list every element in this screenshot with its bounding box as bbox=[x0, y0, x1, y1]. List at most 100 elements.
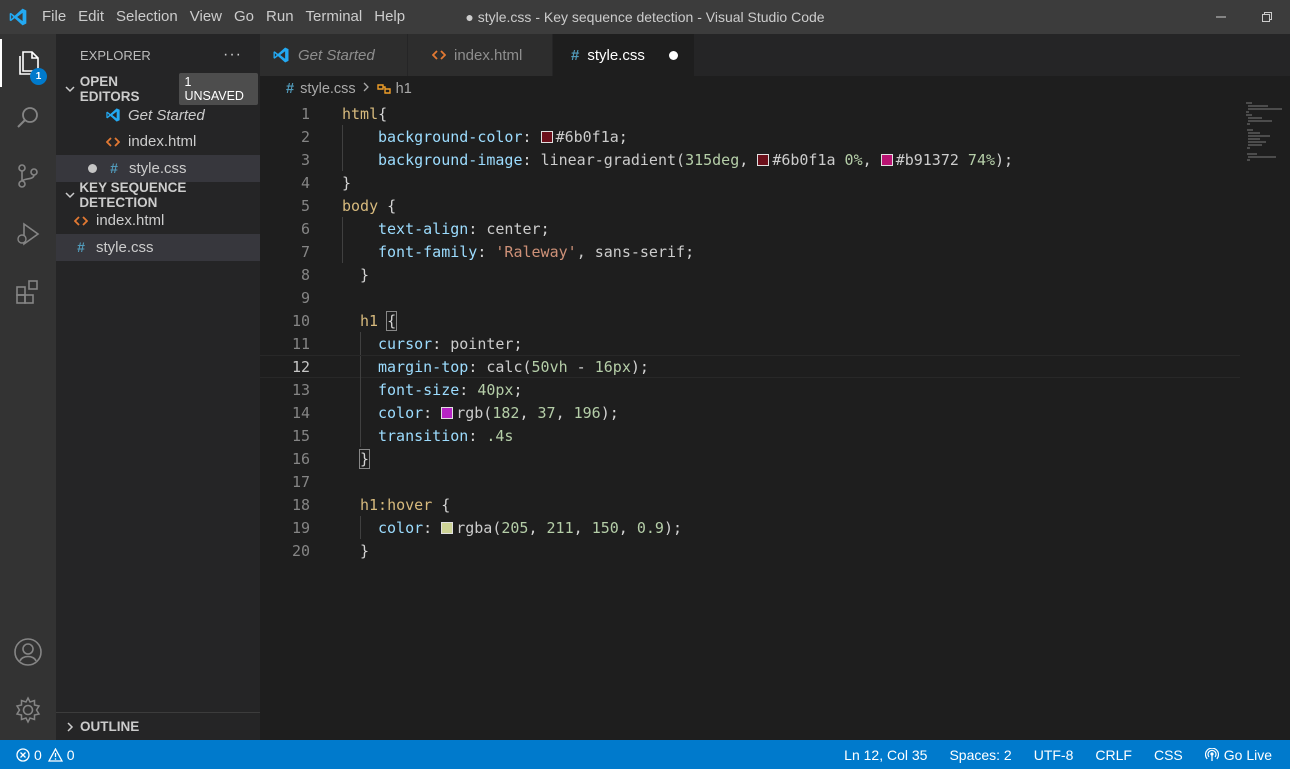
encoding-setting[interactable]: UTF-8 bbox=[1034, 747, 1074, 763]
color-swatch[interactable] bbox=[441, 406, 454, 419]
code-line: 20 } bbox=[260, 539, 1240, 562]
css-selector: body bbox=[342, 196, 379, 215]
extensions-icon[interactable] bbox=[0, 268, 56, 316]
search-icon[interactable] bbox=[0, 94, 56, 142]
symbol-class-icon bbox=[376, 82, 392, 96]
menu-run[interactable]: Run bbox=[260, 0, 300, 34]
punctuation: } bbox=[342, 173, 352, 192]
css-number: 196 bbox=[573, 403, 601, 422]
folder-header[interactable]: KEY SEQUENCE DETECTION bbox=[56, 180, 260, 210]
html-icon bbox=[72, 215, 90, 227]
punctuation: ; bbox=[513, 380, 523, 399]
line-number: 18 bbox=[291, 495, 310, 514]
color-swatch[interactable] bbox=[880, 153, 893, 166]
code-line: 17 bbox=[260, 470, 1240, 493]
open-editor-item[interactable]: Get Started bbox=[56, 102, 260, 129]
account-icon[interactable] bbox=[0, 628, 56, 676]
indent-guide bbox=[342, 240, 343, 263]
file-item[interactable]: # style.css bbox=[56, 234, 260, 261]
line-number: 8 bbox=[300, 265, 310, 284]
line-number: 13 bbox=[291, 380, 310, 399]
punctuation: , bbox=[519, 403, 538, 422]
line-number: 16 bbox=[291, 449, 310, 468]
explorer-icon[interactable]: 1 bbox=[0, 39, 56, 87]
go-live-button[interactable]: Go Live bbox=[1204, 746, 1272, 763]
language-mode[interactable]: CSS bbox=[1154, 747, 1183, 763]
tab-get-started[interactable]: Get Started bbox=[260, 34, 408, 76]
menu-file[interactable]: File bbox=[36, 0, 72, 34]
menu-view[interactable]: View bbox=[184, 0, 228, 34]
menu-terminal[interactable]: Terminal bbox=[300, 0, 369, 34]
color-swatch[interactable] bbox=[540, 130, 553, 143]
css-property: background-image bbox=[378, 150, 523, 169]
minimap[interactable] bbox=[1246, 102, 1290, 162]
error-count: 0 bbox=[34, 746, 42, 763]
code-editor[interactable]: 1 html{ 2 background-color: #6b0f1a; 3 b… bbox=[260, 102, 1290, 740]
punctuation: ; bbox=[685, 242, 695, 261]
outline-label: OUTLINE bbox=[80, 719, 140, 734]
file-item[interactable]: index.html bbox=[56, 208, 260, 235]
cursor-position[interactable]: Ln 12, Col 35 bbox=[844, 747, 927, 763]
punctuation: : bbox=[522, 127, 541, 146]
css-property: color bbox=[378, 518, 424, 537]
line-number: 10 bbox=[291, 311, 310, 330]
code-line: 18 h1:hover { bbox=[260, 493, 1240, 516]
indent-guide bbox=[342, 217, 343, 240]
tab-index-html[interactable]: index.html bbox=[408, 34, 553, 76]
explorer-sidebar: EXPLORER ··· OPEN EDITORS 1 UNSAVED Get … bbox=[56, 34, 260, 740]
css-number: 0.9 bbox=[636, 518, 664, 537]
css-number: 0% bbox=[835, 150, 863, 169]
css-number: 205 bbox=[501, 518, 529, 537]
indent-guide bbox=[360, 332, 361, 355]
css-icon: # bbox=[110, 160, 118, 177]
css-number: 182 bbox=[492, 403, 520, 422]
open-editor-item[interactable]: # style.css bbox=[56, 155, 260, 182]
explorer-badge: 1 bbox=[30, 68, 47, 85]
menu-edit[interactable]: Edit bbox=[72, 0, 110, 34]
problems-indicator[interactable]: 0 0 bbox=[16, 747, 75, 763]
open-editor-item[interactable]: index.html bbox=[56, 129, 260, 156]
punctuation: , bbox=[739, 150, 758, 169]
matching-bracket: { bbox=[386, 310, 398, 331]
punctuation: , bbox=[862, 150, 881, 169]
indent-guide bbox=[360, 424, 361, 447]
tab-style-css[interactable]: # style.css bbox=[553, 34, 695, 76]
unsaved-dot-icon[interactable] bbox=[668, 50, 678, 60]
css-icon: # bbox=[286, 81, 295, 97]
go-live-label: Go Live bbox=[1223, 746, 1272, 763]
color-swatch[interactable] bbox=[757, 153, 770, 166]
code-line: 14 color: rgb(182, 37, 196); bbox=[260, 401, 1240, 424]
minimize-icon[interactable] bbox=[1198, 0, 1244, 34]
css-string: 'Raleway' bbox=[495, 242, 577, 261]
breadcrumb-file[interactable]: style.css bbox=[300, 81, 356, 97]
source-control-icon[interactable] bbox=[0, 152, 56, 200]
css-number: 50vh bbox=[531, 357, 568, 376]
restore-icon[interactable] bbox=[1244, 0, 1290, 34]
more-actions-icon[interactable]: ··· bbox=[223, 46, 242, 64]
outline-header[interactable]: OUTLINE bbox=[56, 712, 260, 740]
eol-setting[interactable]: CRLF bbox=[1095, 747, 1132, 763]
color-swatch[interactable] bbox=[441, 521, 454, 534]
breadcrumb-symbol[interactable]: h1 bbox=[396, 81, 412, 97]
open-editor-label: Get Started bbox=[128, 106, 205, 124]
code-line: 10 h1 { bbox=[260, 309, 1240, 332]
punctuation: : bbox=[423, 403, 442, 422]
vscode-logo-icon bbox=[0, 0, 36, 34]
punctuation: { bbox=[378, 196, 397, 215]
settings-gear-icon[interactable] bbox=[0, 686, 56, 734]
css-property: margin-top bbox=[378, 357, 469, 376]
css-function: rgba( bbox=[456, 518, 502, 537]
broadcast-icon bbox=[1204, 747, 1219, 762]
html-icon bbox=[104, 136, 122, 148]
css-property: color bbox=[378, 403, 424, 422]
open-editors-header[interactable]: OPEN EDITORS 1 UNSAVED bbox=[56, 73, 260, 105]
tab-label: style.css bbox=[587, 46, 645, 64]
code-line: 4 } bbox=[260, 171, 1240, 194]
css-property: text-align bbox=[378, 219, 469, 238]
menu-selection[interactable]: Selection bbox=[110, 0, 184, 34]
run-debug-icon[interactable] bbox=[0, 210, 56, 258]
indent-guide bbox=[342, 125, 343, 148]
indentation-setting[interactable]: Spaces: 2 bbox=[949, 747, 1011, 763]
menu-go[interactable]: Go bbox=[228, 0, 260, 34]
menu-help[interactable]: Help bbox=[368, 0, 411, 34]
